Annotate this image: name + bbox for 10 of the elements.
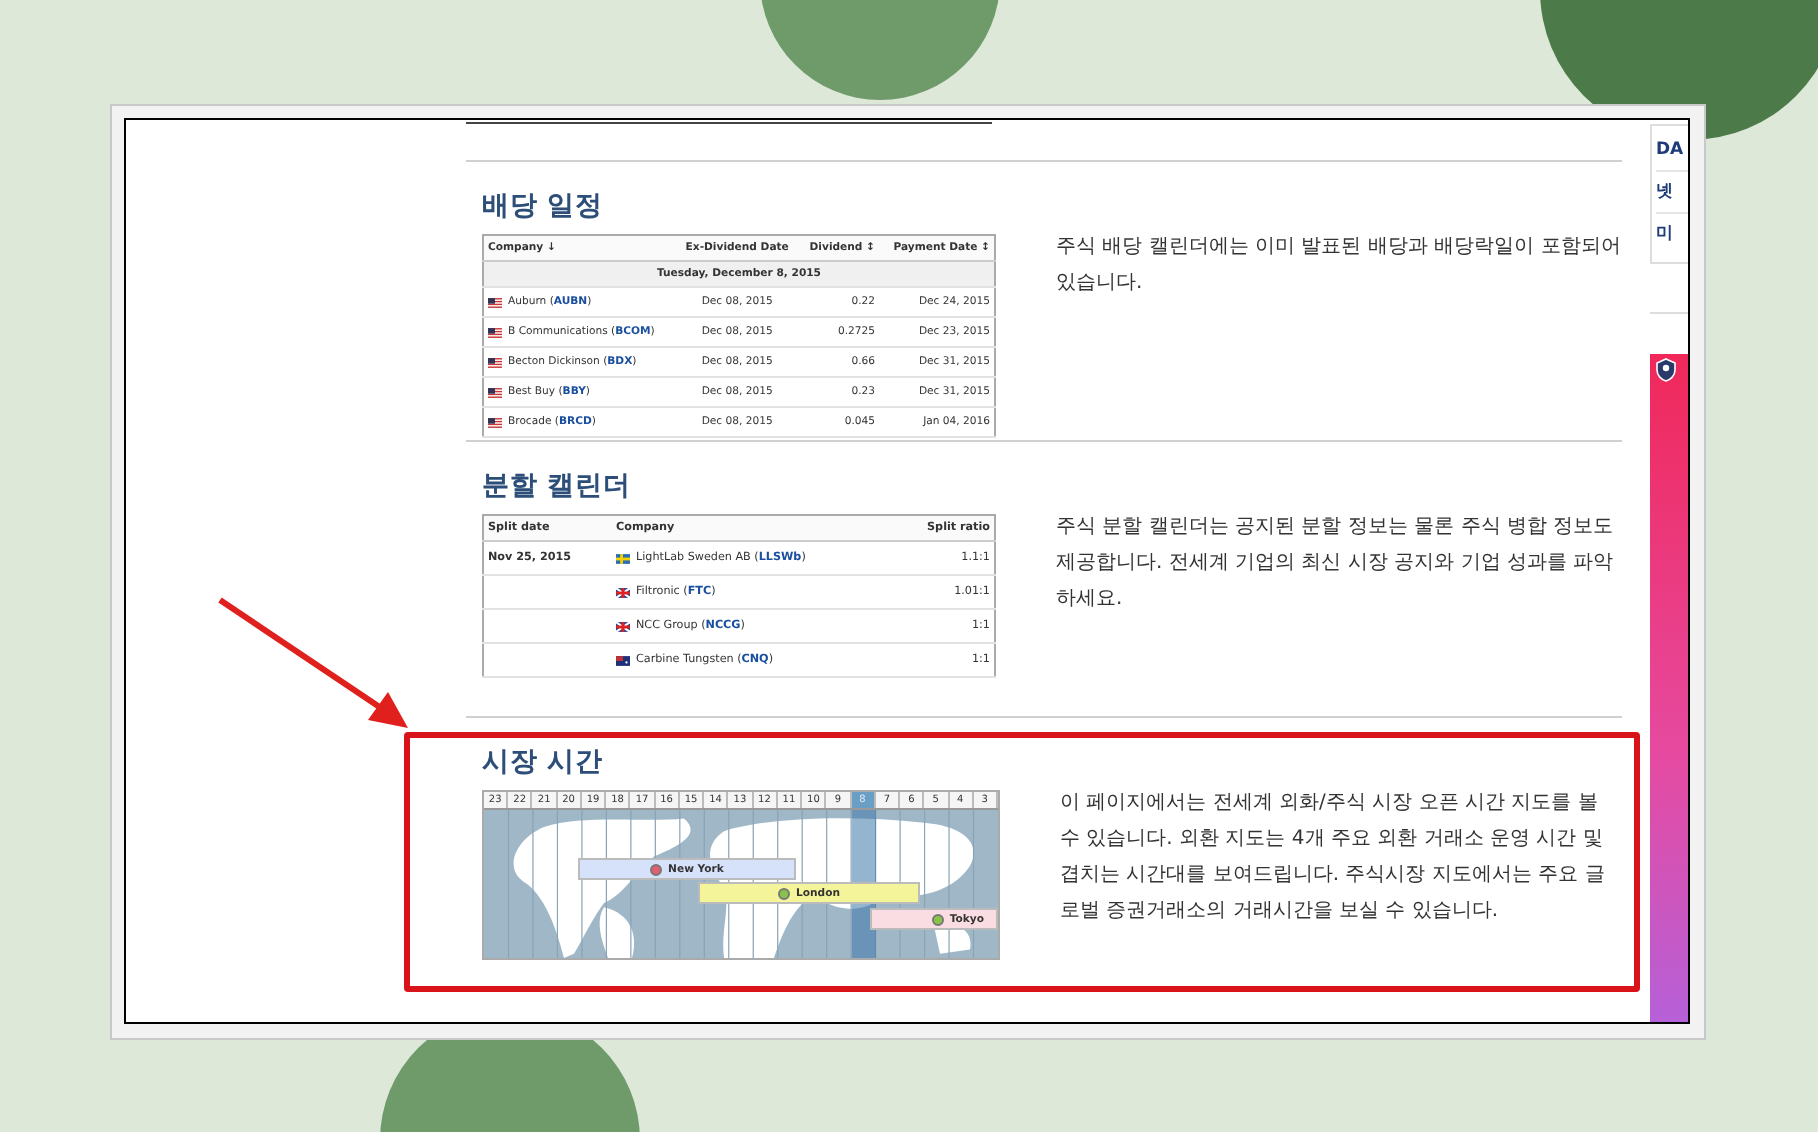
section-heading: 시장 시간 (482, 746, 606, 778)
section-heading: 배당 일정 (482, 190, 606, 222)
section-description: 이 페이지에서는 전세계 외화/주식 시장 오픈 시간 지도를 볼 수 있습니다. 외환 지도는 4개 주요 외환 거래소 운영 시간 및 겹치는 시간대를 보여드립니다. 주식시장 지도에서는 주요 글로벌 증권거래소의 거래시간을 보실 수 있습니다. (1060, 790, 1607, 926)
sidebar-link[interactable]: 미 (1656, 214, 1688, 254)
sidebar-link[interactable]: 넷 (1656, 172, 1688, 214)
section-description: 주식 분할 캘린더는 공지된 분할 정보는 물론 주식 병합 정보도 제공합니다. 전세계 기업의 최신 시장 공지와 기업 성과를 파악하세요. (1056, 514, 1616, 614)
section-heading: 분할 캘린더 (482, 470, 634, 502)
section-description: 주식 배당 캘린더에는 이미 발표된 배당과 배당락일이 포함되어 있습니다. (1056, 234, 1622, 298)
sidebar-link[interactable]: DA (1656, 130, 1688, 172)
shield-icon (1656, 358, 1676, 382)
